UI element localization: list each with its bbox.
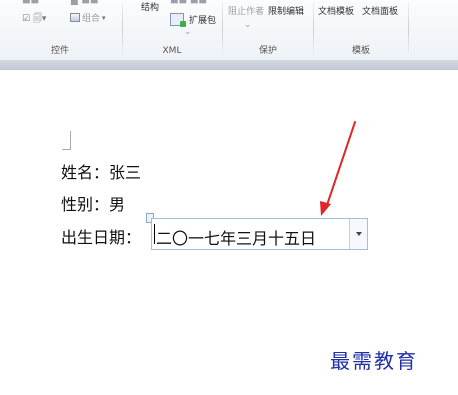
arrow-head [320,201,331,216]
annotation-arrow [320,121,356,216]
arrow-shaft [325,121,356,209]
watermark-text: 最需教育 [330,349,418,373]
